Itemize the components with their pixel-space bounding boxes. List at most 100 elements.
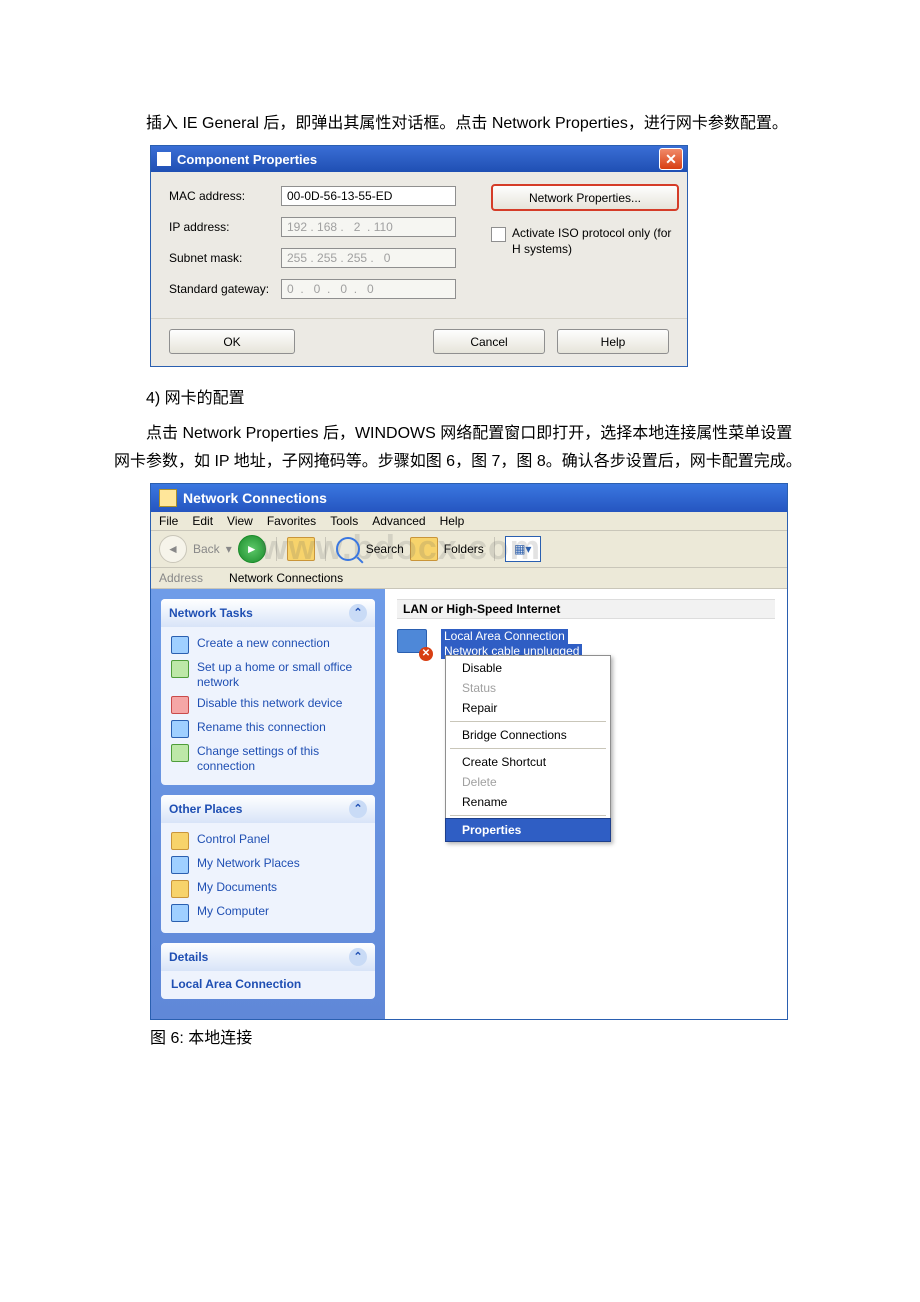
network-places-icon — [171, 856, 189, 874]
gateway-label: Standard gateway: — [169, 282, 281, 296]
ctx-bridge[interactable]: Bridge Connections — [448, 725, 608, 745]
place-label: Control Panel — [197, 832, 270, 847]
collapse-icon[interactable]: ⌃ — [349, 604, 367, 622]
main-pane: LAN or High-Speed Internet ✕ Local Area … — [385, 589, 787, 1019]
task-disable-device[interactable]: Disable this network device — [171, 693, 365, 717]
place-my-documents[interactable]: My Documents — [171, 877, 365, 901]
side-panel: Network Tasks ⌃ Create a new connection … — [151, 589, 385, 1019]
details-card: Details ⌃ Local Area Connection — [161, 943, 375, 999]
forward-icon[interactable]: ► — [238, 535, 266, 563]
collapse-icon[interactable]: ⌃ — [349, 800, 367, 818]
address-label: Address — [159, 571, 203, 585]
back-icon[interactable]: ◄ — [159, 535, 187, 563]
place-label: My Documents — [197, 880, 277, 895]
group-header-lan: LAN or High-Speed Internet — [397, 599, 775, 619]
ip-input — [281, 217, 456, 237]
folders-icon[interactable] — [410, 537, 438, 561]
window-title: Network Connections — [183, 490, 327, 506]
task-rename[interactable]: Rename this connection — [171, 717, 365, 741]
search-icon[interactable] — [336, 537, 360, 561]
menu-favorites[interactable]: Favorites — [267, 514, 316, 528]
unplugged-icon: ✕ — [419, 647, 433, 661]
ctx-separator — [450, 721, 606, 722]
details-body: Local Area Connection — [171, 977, 365, 991]
collapse-icon[interactable]: ⌃ — [349, 948, 367, 966]
documents-icon — [171, 880, 189, 898]
menu-advanced[interactable]: Advanced — [372, 514, 425, 528]
place-my-computer[interactable]: My Computer — [171, 901, 365, 925]
subnet-input — [281, 248, 456, 268]
network-properties-button[interactable]: Network Properties... — [491, 184, 679, 211]
rename-icon — [171, 720, 189, 738]
place-label: My Network Places — [197, 856, 300, 871]
ctx-disable[interactable]: Disable — [448, 658, 608, 678]
address-value[interactable]: Network Connections — [229, 571, 343, 585]
wizard-icon — [171, 636, 189, 654]
gateway-input — [281, 279, 456, 299]
figure-6-caption: 图 6: 本地连接 — [150, 1024, 806, 1048]
toolbar-separator — [276, 537, 277, 561]
connection-name: Local Area Connection — [441, 629, 568, 644]
ok-button[interactable]: OK — [169, 329, 295, 354]
up-folder-icon[interactable] — [287, 537, 315, 561]
menu-edit[interactable]: Edit — [192, 514, 213, 528]
ctx-status: Status — [448, 678, 608, 698]
toolbar: www.bdocx.com ◄ Back ▾ ► Search Folders … — [151, 531, 787, 568]
search-label[interactable]: Search — [366, 542, 404, 556]
disable-icon — [171, 696, 189, 714]
network-connections-window: Network Connections File Edit View Favor… — [150, 483, 788, 1020]
ctx-rename[interactable]: Rename — [448, 792, 608, 812]
task-label: Create a new connection — [197, 636, 330, 651]
menu-help[interactable]: Help — [440, 514, 465, 528]
toolbar-separator — [325, 537, 326, 561]
mac-label: MAC address: — [169, 189, 281, 203]
window-titlebar[interactable]: Network Connections — [151, 484, 787, 512]
iso-checkbox-label: Activate ISO protocol only (for H system… — [512, 225, 679, 257]
address-icon — [209, 571, 223, 585]
help-button[interactable]: Help — [557, 329, 669, 354]
mac-input[interactable] — [281, 186, 456, 206]
ctx-separator — [450, 815, 606, 816]
task-change-settings[interactable]: Change settings of this connection — [171, 741, 365, 777]
place-network-places[interactable]: My Network Places — [171, 853, 365, 877]
back-label[interactable]: Back — [193, 542, 220, 556]
subnet-label: Subnet mask: — [169, 251, 281, 265]
views-button[interactable]: ▦▾ — [505, 536, 541, 562]
iso-checkbox[interactable] — [491, 227, 506, 242]
close-icon[interactable]: ✕ — [659, 148, 683, 170]
task-create-connection[interactable]: Create a new connection — [171, 633, 365, 657]
cancel-button[interactable]: Cancel — [433, 329, 545, 354]
paragraph-2: 点击 Network Properties 后，WINDOWS 网络配置窗口即打… — [114, 420, 806, 474]
computer-icon — [171, 904, 189, 922]
dialog-title: Component Properties — [177, 152, 317, 167]
ctx-delete: Delete — [448, 772, 608, 792]
task-label: Rename this connection — [197, 720, 326, 735]
folders-label[interactable]: Folders — [444, 542, 484, 556]
ctx-shortcut[interactable]: Create Shortcut — [448, 752, 608, 772]
dialog-titlebar[interactable]: Component Properties ✕ — [151, 146, 687, 172]
menubar: File Edit View Favorites Tools Advanced … — [151, 512, 787, 531]
settings-icon — [171, 744, 189, 762]
network-tasks-title: Network Tasks — [169, 606, 253, 620]
task-label: Change settings of this connection — [197, 744, 365, 774]
ctx-repair[interactable]: Repair — [448, 698, 608, 718]
control-panel-icon — [171, 832, 189, 850]
other-places-card: Other Places ⌃ Control Panel My Network … — [161, 795, 375, 933]
menu-view[interactable]: View — [227, 514, 253, 528]
ctx-properties[interactable]: Properties — [446, 819, 610, 841]
toolbar-separator — [494, 537, 495, 561]
task-label: Set up a home or small office network — [197, 660, 365, 690]
task-setup-network[interactable]: Set up a home or small office network — [171, 657, 365, 693]
context-menu: Disable Status Repair Bridge Connections… — [445, 655, 611, 842]
section-4-heading: 4) 网卡的配置 — [114, 385, 806, 412]
ip-label: IP address: — [169, 220, 281, 234]
component-properties-dialog: Component Properties ✕ MAC address: IP a… — [150, 145, 688, 367]
app-icon — [157, 152, 171, 166]
menu-tools[interactable]: Tools — [330, 514, 358, 528]
network-tasks-card: Network Tasks ⌃ Create a new connection … — [161, 599, 375, 785]
place-label: My Computer — [197, 904, 269, 919]
other-places-title: Other Places — [169, 802, 242, 816]
menu-file[interactable]: File — [159, 514, 178, 528]
place-control-panel[interactable]: Control Panel — [171, 829, 365, 853]
details-title: Details — [169, 950, 208, 964]
